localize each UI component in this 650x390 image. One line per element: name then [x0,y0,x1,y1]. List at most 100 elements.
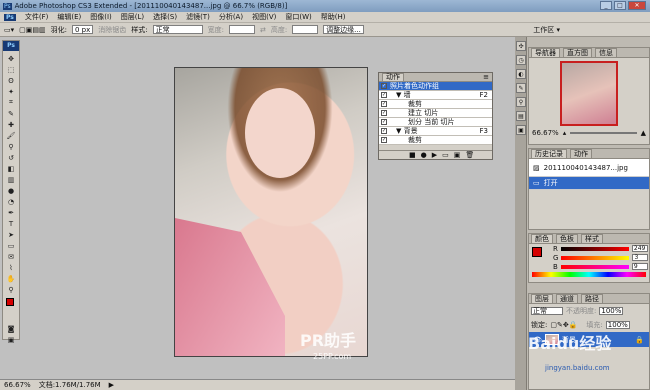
height-input[interactable] [292,25,319,34]
refine-edge-button[interactable]: 调整边缘... [323,25,364,34]
shape-tool-icon[interactable]: ▭ [3,240,19,251]
pen-tool-icon[interactable]: ✒ [3,207,19,218]
slice-tool-icon[interactable]: ✎ [3,108,19,119]
magic-wand-icon[interactable]: ✦ [3,86,19,97]
new-set-icon[interactable]: ▭ [442,151,449,159]
crop-tool-icon[interactable]: ⌗ [3,97,19,108]
action-row[interactable]: ✓ 裁剪 [379,136,492,145]
play-icon[interactable]: ▶ [432,151,437,159]
move-tool-icon[interactable]: ✥ [3,53,19,64]
zoom-in-icon[interactable]: ▲ [641,129,646,137]
hand-tool-icon[interactable]: ✋ [3,273,19,284]
notes-tool-icon[interactable]: ✉ [3,251,19,262]
clone-stamp-icon[interactable]: ⚲ [3,141,19,152]
tool-presets-dock-icon[interactable]: ▣ [516,125,526,135]
feather-input[interactable]: 0 px [71,25,94,34]
zoom-value[interactable]: 66.67% [532,129,559,137]
history-snapshot[interactable]: ▨ 201110040143487...jpg [529,159,649,177]
healing-brush-icon[interactable]: ✚ [3,119,19,130]
document-window[interactable] [174,67,368,357]
zoom-out-icon[interactable]: ▴ [563,129,567,137]
history-item[interactable]: ▭ 打开 [529,177,649,190]
tab-navigator[interactable]: 导航器 [531,48,560,57]
maximize-button[interactable]: □ [614,1,626,10]
style-select[interactable]: 正常 [152,25,203,34]
tab-channels[interactable]: 通道 [556,294,578,303]
menu-filter[interactable]: 滤镜(T) [186,12,210,22]
menu-layer[interactable]: 图层(L) [121,12,144,22]
tab-history[interactable]: 历史记录 [531,149,567,158]
tab-actions[interactable]: 动作 [570,149,592,158]
tab-paths[interactable]: 路径 [581,294,603,303]
tab-styles[interactable]: 样式 [581,234,603,243]
channel-b-value[interactable]: 9 [631,263,648,270]
action-check[interactable]: ✓ [381,119,387,125]
menu-select[interactable]: 选择(S) [153,12,177,22]
color-dock-icon[interactable]: ◐ [516,69,526,79]
action-check[interactable]: ✓ [381,128,387,134]
color-spectrum[interactable] [532,272,646,277]
menu-file[interactable]: 文件(F) [25,12,49,22]
zoom-tool-icon[interactable]: ⚲ [3,284,19,295]
action-check[interactable]: ✓ [381,137,387,143]
tab-layers[interactable]: 图层 [531,294,553,303]
screen-mode-icon[interactable]: ▣ [3,334,19,345]
channel-r-value[interactable]: 249 [631,245,648,252]
gradient-tool-icon[interactable]: ▥ [3,174,19,185]
panel-menu-icon[interactable]: ≡ [483,73,489,81]
path-select-icon[interactable]: ➤ [3,229,19,240]
type-tool-icon[interactable]: T [3,218,19,229]
close-button[interactable]: ✕ [628,1,646,10]
color-fg-swatch[interactable] [532,247,542,257]
clone-dock-icon[interactable]: ⚲ [516,97,526,107]
new-action-icon[interactable]: ▣ [454,151,461,159]
history-brush-icon[interactable]: ↺ [3,152,19,163]
action-check[interactable]: ✓ [381,101,387,107]
status-arrow-icon[interactable]: ▶ [109,381,114,389]
eraser-tool-icon[interactable]: ◧ [3,163,19,174]
minimize-button[interactable]: _ [600,1,612,10]
zoom-slider[interactable] [570,132,637,134]
menu-edit[interactable]: 编辑(E) [57,12,81,22]
width-input[interactable] [228,25,255,34]
record-icon[interactable]: ● [421,151,427,159]
menu-analysis[interactable]: 分析(A) [219,12,243,22]
channel-r-slider[interactable] [560,246,629,251]
foreground-color-swatch[interactable] [6,298,14,306]
action-check[interactable]: ✓ [381,110,387,116]
lock-icons[interactable]: ▢✎✥🔒 [550,321,577,329]
tab-histogram[interactable]: 直方图 [563,48,592,57]
tab-color[interactable]: 颜色 [531,234,553,243]
quick-mask-icon[interactable]: ◙ [3,323,19,334]
channel-g-value[interactable]: 3 [632,254,649,261]
layers-dock-icon[interactable]: ▤ [516,111,526,121]
antialias-checkbox[interactable]: 消除锯齿 [98,25,126,35]
navigator-dock-icon[interactable]: ✣ [516,41,526,51]
channel-g-slider[interactable] [561,255,630,260]
marquee-tool-icon[interactable]: ▭▾ [4,26,14,34]
actions-panel-tab[interactable]: 动作 [382,73,404,81]
menu-image[interactable]: 图像(I) [90,12,112,22]
workspace-button[interactable]: 工作区 ▾ [533,25,560,35]
blend-mode-select[interactable]: 正常 [531,307,563,315]
channel-b-slider[interactable] [560,264,629,269]
menu-window[interactable]: 窗口(W) [285,12,311,22]
brush-tool-icon[interactable]: 🖌 [3,130,19,141]
dodge-tool-icon[interactable]: ◔ [3,196,19,207]
history-dock-icon[interactable]: ◷ [516,55,526,65]
action-check[interactable]: ✓ [381,92,387,98]
marquee-tool-icon[interactable]: ⬚ [3,64,19,75]
eyedropper-icon[interactable]: ⌇ [3,262,19,273]
brush-dock-icon[interactable]: ✎ [516,83,526,93]
blur-tool-icon[interactable]: ● [3,185,19,196]
swap-icon[interactable]: ⇄ [260,26,266,34]
menu-help[interactable]: 帮助(H) [321,12,346,22]
trash-icon[interactable]: 🗑 [465,151,474,159]
navigator-thumbnail[interactable] [560,61,618,126]
action-check[interactable]: ✓ [381,83,387,89]
selection-mode-icons[interactable]: ▢▣▤▥ [19,26,45,34]
lasso-tool-icon[interactable]: ʘ [3,75,19,86]
tab-info[interactable]: 信息 [595,48,617,57]
fill-input[interactable]: 100% [605,321,630,329]
status-zoom[interactable]: 66.67% [4,381,31,389]
